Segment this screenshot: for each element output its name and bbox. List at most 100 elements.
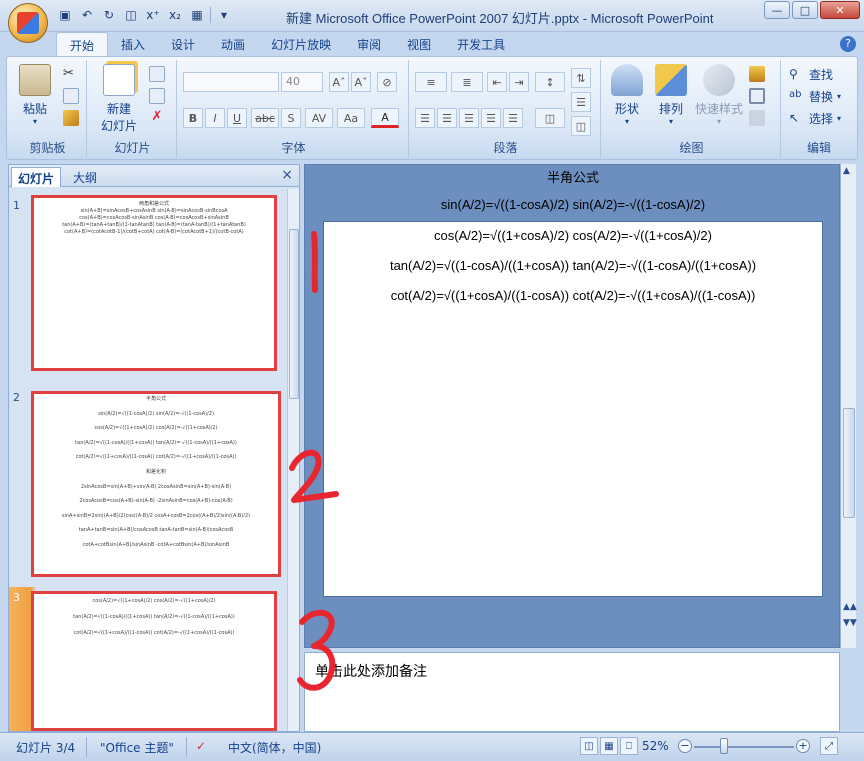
tab-slides[interactable]: 幻灯片 bbox=[11, 167, 62, 187]
slide-text-line[interactable]: tan(A/2)=√((1-cosA)/((1+cosA)) tan(A/2)=… bbox=[305, 258, 841, 273]
shadow-button[interactable]: S bbox=[281, 108, 301, 128]
shapes-button[interactable]: 形状 ▾ bbox=[605, 64, 649, 126]
cut-icon[interactable]: ✂ bbox=[63, 66, 79, 82]
tab-developer[interactable]: 开发工具 bbox=[444, 32, 518, 56]
grow-font-button[interactable]: Aˆ bbox=[329, 72, 349, 92]
tab-animations[interactable]: 动画 bbox=[208, 32, 258, 56]
columns-button[interactable]: ◫ bbox=[535, 108, 565, 128]
redo-icon[interactable]: ↻ bbox=[100, 6, 118, 24]
line-spacing-button[interactable]: ↕ bbox=[535, 72, 565, 92]
subscript-icon[interactable]: x₂ bbox=[166, 6, 184, 24]
slide-canvas[interactable] bbox=[323, 221, 823, 597]
font-name-combo[interactable] bbox=[183, 72, 279, 92]
zoom-in-icon[interactable]: + bbox=[796, 739, 810, 753]
save-icon[interactable]: ▣ bbox=[56, 6, 74, 24]
reset-icon[interactable] bbox=[149, 88, 165, 104]
slide-thumbnail-1[interactable]: 两角和差公式 sin(A+B)=sinAcosB+cosAsinB sin(A-B… bbox=[31, 195, 277, 371]
increase-indent-button[interactable]: ⇥ bbox=[509, 72, 529, 92]
tab-home[interactable]: 开始 bbox=[56, 32, 109, 56]
table-icon[interactable]: ▦ bbox=[188, 6, 206, 24]
font-color-button[interactable]: A bbox=[371, 108, 399, 128]
new-slide-button[interactable]: 新建 幻灯片 bbox=[93, 64, 145, 134]
quick-styles-button[interactable]: 快速样式 ▾ bbox=[693, 64, 745, 126]
change-case-button[interactable]: Aa bbox=[337, 108, 365, 128]
notes-placeholder[interactable]: 单击此处添加备注 bbox=[315, 661, 427, 681]
fit-to-window-button[interactable]: ⤢ bbox=[820, 737, 838, 755]
close-icon[interactable]: × bbox=[281, 167, 293, 183]
align-center-button[interactable]: ☰ bbox=[437, 108, 457, 128]
layout-icon[interactable] bbox=[149, 66, 165, 82]
format-painter-icon[interactable] bbox=[63, 110, 79, 126]
replace-button[interactable]: ab 替换 ▾ bbox=[789, 88, 841, 105]
align-text-button[interactable]: ☰ bbox=[571, 92, 591, 112]
italic-button[interactable]: I bbox=[205, 108, 225, 128]
text-direction-button[interactable]: ⇅ bbox=[571, 68, 591, 88]
minimize-button[interactable]: — bbox=[764, 1, 790, 19]
tab-view[interactable]: 视图 bbox=[394, 32, 444, 56]
shrink-font-button[interactable]: Aˇ bbox=[351, 72, 371, 92]
distribute-button[interactable]: ☰ bbox=[503, 108, 523, 128]
zoom-slider-thumb[interactable] bbox=[719, 738, 728, 754]
arrange-button[interactable]: 排列 ▾ bbox=[649, 64, 693, 126]
next-slide-icon[interactable]: ▼▼ bbox=[843, 618, 857, 628]
justify-button[interactable]: ☰ bbox=[481, 108, 501, 128]
char-spacing-button[interactable]: AV bbox=[305, 108, 333, 128]
find-button[interactable]: ⚲ 查找 bbox=[789, 66, 833, 83]
bullets-button[interactable]: ≡ bbox=[415, 72, 447, 92]
slide-sorter-button[interactable]: ▦ bbox=[600, 737, 618, 755]
close-button[interactable]: ✕ bbox=[820, 1, 860, 19]
customize-icon[interactable]: ▾ bbox=[215, 6, 233, 24]
tab-slideshow[interactable]: 幻灯片放映 bbox=[258, 32, 344, 56]
slide-thumbnail-3[interactable]: cos(A/2)=√((1+cosA)/2) cos(A/2)=-√((1+co… bbox=[31, 591, 277, 731]
strikethrough-button[interactable]: abc bbox=[251, 108, 279, 128]
zoom-out-icon[interactable]: − bbox=[678, 739, 692, 753]
slide-thumb-row-3[interactable]: 3 cos(A/2)=√((1+cosA)/2) cos(A/2)=-√((1+… bbox=[9, 587, 287, 731]
zoom-slider-track[interactable] bbox=[694, 746, 794, 748]
scrollbar-thumb[interactable] bbox=[289, 229, 299, 399]
clear-format-button[interactable]: ⊘ bbox=[377, 72, 397, 92]
scrollbar-thumb[interactable] bbox=[843, 408, 855, 518]
superscript-icon[interactable]: x⁺ bbox=[144, 6, 162, 24]
tab-insert[interactable]: 插入 bbox=[108, 32, 158, 56]
undo-icon[interactable]: ↶ bbox=[78, 6, 96, 24]
help-icon[interactable]: ? bbox=[840, 36, 856, 52]
select-button[interactable]: ↖ 选择 ▾ bbox=[789, 110, 841, 127]
slide-thumb-row-2[interactable]: 2 半角公式 sin(A/2)=√((1-cosA)/2) sin(A/2)=-√… bbox=[9, 387, 287, 581]
bold-button[interactable]: B bbox=[183, 108, 203, 128]
numbering-button[interactable]: ≣ bbox=[451, 72, 483, 92]
decrease-indent-button[interactable]: ⇤ bbox=[487, 72, 507, 92]
shape-fill-icon[interactable] bbox=[749, 66, 765, 82]
tab-outline[interactable]: 大纲 bbox=[67, 167, 103, 187]
slideshow-view-button[interactable]: ⎕ bbox=[620, 737, 638, 755]
slide-thumbnail-2[interactable]: 半角公式 sin(A/2)=√((1-cosA)/2) sin(A/2)=-√((… bbox=[31, 391, 281, 577]
slide-text-line[interactable]: sin(A/2)=√((1-cosA)/2) sin(A/2)=-√((1-co… bbox=[305, 197, 841, 212]
scroll-up-icon[interactable]: ▲ bbox=[843, 166, 850, 176]
slide-text-line[interactable]: 半角公式 bbox=[305, 167, 841, 186]
normal-view-button[interactable]: ◫ bbox=[580, 737, 598, 755]
shape-effects-icon[interactable] bbox=[749, 110, 765, 126]
language[interactable]: 中文(简体，中国) bbox=[228, 739, 321, 756]
spell-check-icon[interactable]: ✓ bbox=[196, 739, 206, 753]
slide-thumb-row-1[interactable]: 1 两角和差公式 sin(A+B)=sinAcosB+cosAsinB sin(A… bbox=[9, 195, 287, 385]
shape-outline-icon[interactable] bbox=[749, 88, 765, 104]
slide-scrollbar[interactable]: ▲ ▲▲ ▼▼ bbox=[840, 164, 857, 648]
font-size-combo[interactable]: 40 bbox=[281, 72, 323, 92]
tab-review[interactable]: 审阅 bbox=[344, 32, 394, 56]
underline-button[interactable]: U bbox=[227, 108, 247, 128]
zoom-level[interactable]: 52% bbox=[642, 739, 669, 753]
previous-slide-icon[interactable]: ▲▲ bbox=[843, 602, 857, 612]
thumbnail-scrollbar[interactable] bbox=[287, 189, 299, 731]
delete-slide-icon[interactable]: ✗ bbox=[149, 110, 165, 126]
slide-text-line[interactable]: cos(A/2)=√((1+cosA)/2) cos(A/2)=-√((1+co… bbox=[305, 228, 841, 243]
slide-text-line[interactable]: cot(A/2)=√((1+cosA)/((1-cosA)) cot(A/2)=… bbox=[305, 288, 841, 303]
align-right-button[interactable]: ☰ bbox=[459, 108, 479, 128]
align-left-button[interactable]: ☰ bbox=[415, 108, 435, 128]
print-preview-icon[interactable]: ◫ bbox=[122, 6, 140, 24]
office-button[interactable] bbox=[8, 3, 48, 43]
maximize-button[interactable]: □ bbox=[792, 1, 818, 19]
copy-icon[interactable] bbox=[63, 88, 79, 104]
tab-design[interactable]: 设计 bbox=[158, 32, 208, 56]
paste-button[interactable]: 粘贴 ▾ bbox=[15, 64, 55, 126]
notes-pane[interactable]: 单击此处添加备注 bbox=[304, 652, 840, 732]
smartart-button[interactable]: ◫ bbox=[571, 116, 591, 136]
